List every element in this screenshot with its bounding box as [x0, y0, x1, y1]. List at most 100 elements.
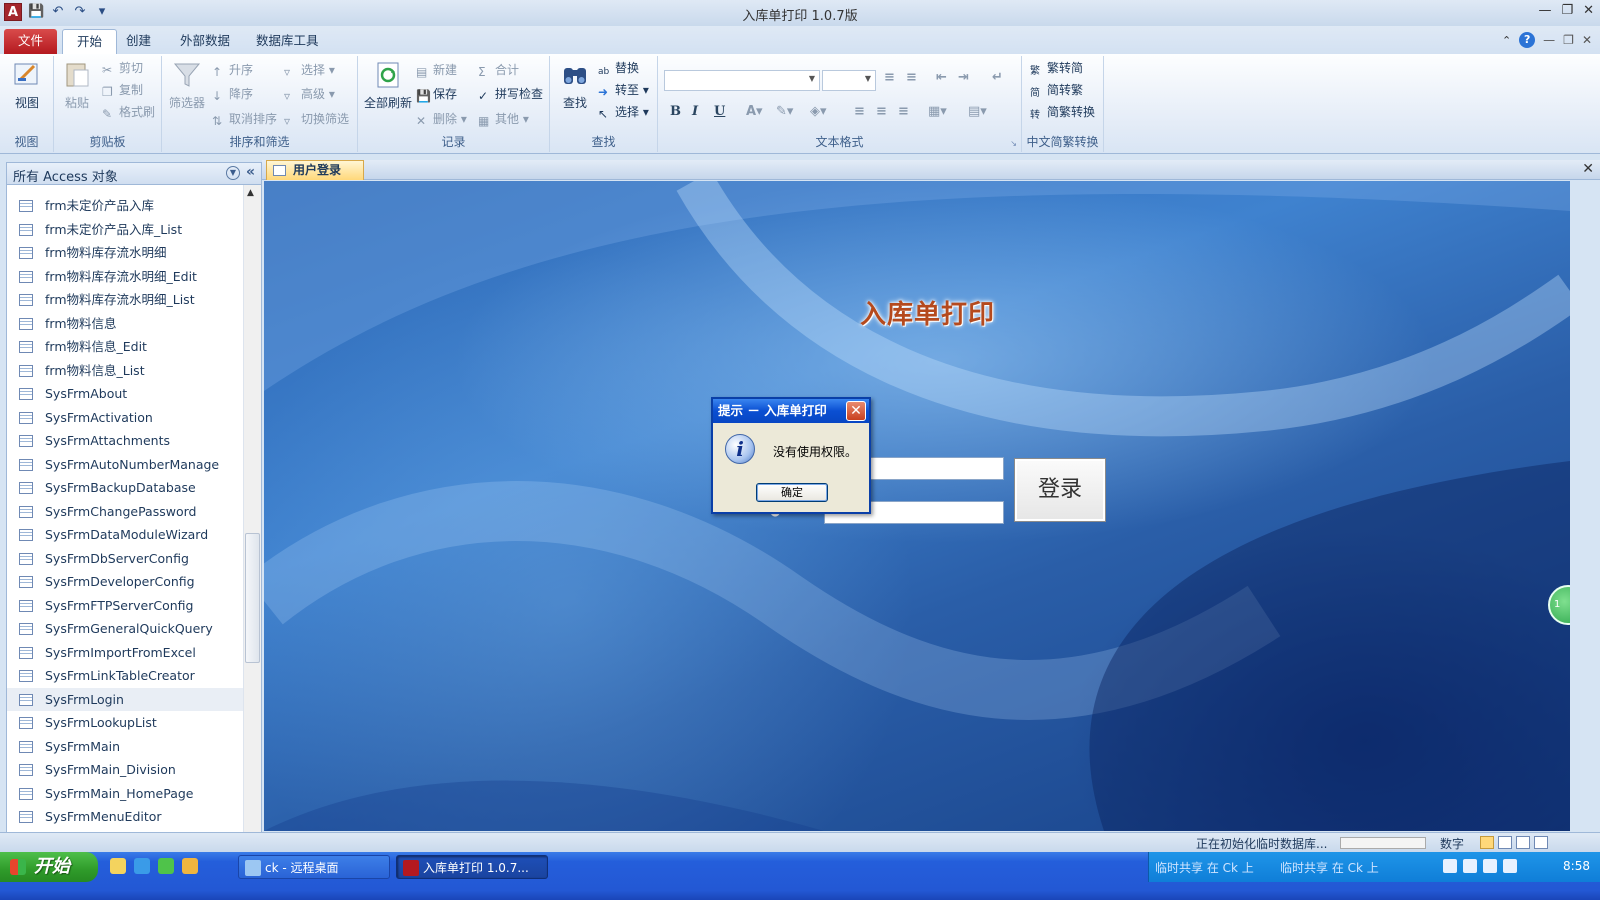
find-button[interactable]: 查找 [554, 60, 596, 111]
nav-item[interactable]: frm物料库存流水明细_List [7, 288, 243, 312]
nav-pane-header[interactable]: 所有 Access 对象 ▼ « [7, 163, 261, 185]
help-icon[interactable]: ? [1519, 32, 1536, 48]
tab-file[interactable]: 文件 [4, 29, 58, 54]
nav-item[interactable]: SysFrmDeveloperConfig [7, 570, 243, 594]
simp-to-trad-button[interactable]: 简简转繁 [1030, 80, 1083, 100]
underline-button[interactable]: U [714, 104, 725, 119]
tab-database-tools[interactable]: 数据库工具 [242, 29, 333, 54]
nav-item[interactable]: SysFrmImportFromExcel [7, 641, 243, 665]
keyboard-icon[interactable] [1443, 859, 1457, 873]
nav-item[interactable]: SysFrmLogin [7, 687, 243, 711]
tab-home[interactable]: 开始 [62, 29, 118, 54]
view-button[interactable]: 视图 [6, 60, 48, 111]
dialog-launcher-icon[interactable]: ↘ [1010, 139, 1017, 148]
nav-item[interactable]: SysFrmMain_Division [7, 758, 243, 782]
new-record-button[interactable]: ▤ 新建 [416, 60, 457, 80]
bold-button[interactable]: B [670, 104, 681, 119]
browser-icon[interactable] [158, 858, 174, 874]
minimize-icon[interactable]: — [1538, 3, 1551, 18]
doc-minimize-icon[interactable]: — [1543, 33, 1555, 47]
conversion-button[interactable]: 转简繁转换 [1030, 102, 1095, 122]
nav-item[interactable]: SysFrmChangePassword [7, 500, 243, 524]
bullets-icon[interactable]: ≡ [884, 70, 895, 85]
nav-item[interactable]: frm物料库存流水明细 [7, 241, 243, 265]
filter-button[interactable]: 筛选器 [166, 60, 208, 111]
ok-button[interactable]: 确定 [756, 483, 828, 502]
align-right-icon[interactable]: ≡ [898, 104, 909, 119]
paste-button[interactable]: 粘贴 [56, 60, 98, 111]
cut-button[interactable]: ✂ 剪切 [102, 58, 143, 78]
format-painter-button[interactable]: ✎ 格式刷 [102, 102, 155, 122]
nav-item[interactable]: SysFrmDbServerConfig [7, 547, 243, 571]
trad-to-simp-button[interactable]: 繁繁转简 [1030, 58, 1083, 78]
nav-item[interactable]: SysFrmAbout [7, 382, 243, 406]
nav-item[interactable]: frm物料库存流水明细_Edit [7, 265, 243, 289]
collapse-pane-icon[interactable]: « [246, 164, 255, 180]
nav-item[interactable]: SysFrmMenuEditor [7, 805, 243, 829]
close-document-icon[interactable]: ✕ [1582, 161, 1594, 177]
minimize-ribbon-icon[interactable]: ⌃ [1502, 34, 1511, 47]
doc-restore-icon[interactable]: ❐ [1563, 33, 1574, 47]
volume-icon[interactable] [1503, 859, 1517, 873]
more-records-button[interactable]: ▦ 其他 ▾ [478, 109, 529, 129]
nav-item[interactable]: SysFrmFTPServerConfig [7, 594, 243, 618]
font-size-select[interactable]: ▼ [822, 70, 876, 91]
nav-item[interactable]: SysFrmMain_HomePage [7, 782, 243, 806]
clear-sort-button[interactable]: ⇅ 取消排序 [212, 109, 277, 129]
nav-item[interactable]: SysFrmAttachments [7, 429, 243, 453]
nav-item[interactable]: SysFrmLookupList [7, 711, 243, 735]
nav-item[interactable]: SysFrmDataModuleWizard [7, 523, 243, 547]
tab-create[interactable]: 创建 [112, 29, 165, 54]
font-name-select[interactable]: ▼ [664, 70, 820, 91]
nav-item[interactable]: frm物料信息_List [7, 359, 243, 383]
select-button[interactable]: ↖ 选择 ▾ [598, 102, 649, 122]
folder-icon[interactable] [182, 858, 198, 874]
form-view-icon[interactable] [1480, 836, 1494, 849]
toggle-filter-button[interactable]: ▿ 切换筛选 [284, 109, 349, 129]
chevron-down-icon[interactable]: ▼ [226, 166, 240, 180]
nav-item[interactable]: SysFrmMain [7, 735, 243, 759]
task-access-app[interactable]: 入库单打印 1.0.7... [396, 855, 548, 879]
sort-ascending-button[interactable]: ↑ 升序 [212, 60, 253, 80]
nav-item[interactable]: SysFrmGeneralQuickQuery [7, 617, 243, 641]
scroll-up-icon[interactable]: ▲ [247, 188, 254, 198]
totals-button[interactable]: Σ 合计 [478, 60, 519, 80]
fill-color-icon[interactable]: ◈▾ [810, 104, 827, 119]
goto-button[interactable]: ➜ 转至 ▾ [598, 80, 649, 100]
login-button[interactable]: 登录 [1014, 458, 1106, 522]
start-button[interactable]: 开始 [0, 852, 98, 882]
nav-item[interactable]: SysFrmLinkTableCreator [7, 664, 243, 688]
gridlines-icon[interactable]: ▦▾ [928, 104, 947, 119]
nav-item[interactable]: frm未定价产品入库_List [7, 218, 243, 242]
tab-external-data[interactable]: 外部数据 [166, 29, 244, 54]
nav-item[interactable]: SysFrmAutoNumberManage [7, 453, 243, 477]
advanced-filter-button[interactable]: ▿ 高级 ▾ [284, 84, 335, 104]
scrollbar-thumb[interactable] [245, 533, 260, 663]
nav-item[interactable]: frm物料信息_Edit [7, 335, 243, 359]
help-tray-icon[interactable] [1463, 859, 1477, 873]
refresh-all-button[interactable]: 全部刷新 [364, 60, 412, 111]
align-left-icon[interactable]: ≡ [854, 104, 865, 119]
nav-item[interactable]: SysFrmBackupDatabase [7, 476, 243, 500]
datasheet-view-icon[interactable] [1498, 836, 1512, 849]
task-remote-desktop[interactable]: ck - 远程桌面 [238, 855, 390, 879]
nav-item[interactable]: frm未定价产品入库 [7, 194, 243, 218]
increase-indent-icon[interactable]: ⇥ [958, 70, 969, 85]
design-view-icon[interactable] [1534, 836, 1548, 849]
tab-user-login[interactable]: 用户登录 [266, 160, 365, 180]
delete-record-button[interactable]: ✕ 删除 ▾ [416, 109, 467, 129]
save-record-button[interactable]: 💾 保存 [416, 84, 457, 104]
align-center-icon[interactable]: ≡ [876, 104, 887, 119]
layout-view-icon[interactable] [1516, 836, 1530, 849]
ie-icon[interactable] [134, 858, 150, 874]
restore-icon[interactable]: ❐ [1561, 3, 1573, 18]
replace-button[interactable]: ab 替换 [598, 58, 639, 78]
spelling-button[interactable]: ✓ 拼写检查 [478, 84, 543, 104]
text-direction-icon[interactable]: ↵ [992, 70, 1003, 85]
copy-button[interactable]: ❐ 复制 [102, 80, 143, 100]
alternate-row-color-icon[interactable]: ▤▾ [968, 104, 987, 119]
dialog-close-icon[interactable]: ✕ [846, 401, 866, 421]
network-icon[interactable] [1483, 859, 1497, 873]
nav-scrollbar[interactable]: ▲ ▼ [243, 185, 261, 849]
close-icon[interactable]: ✕ [1583, 3, 1594, 18]
